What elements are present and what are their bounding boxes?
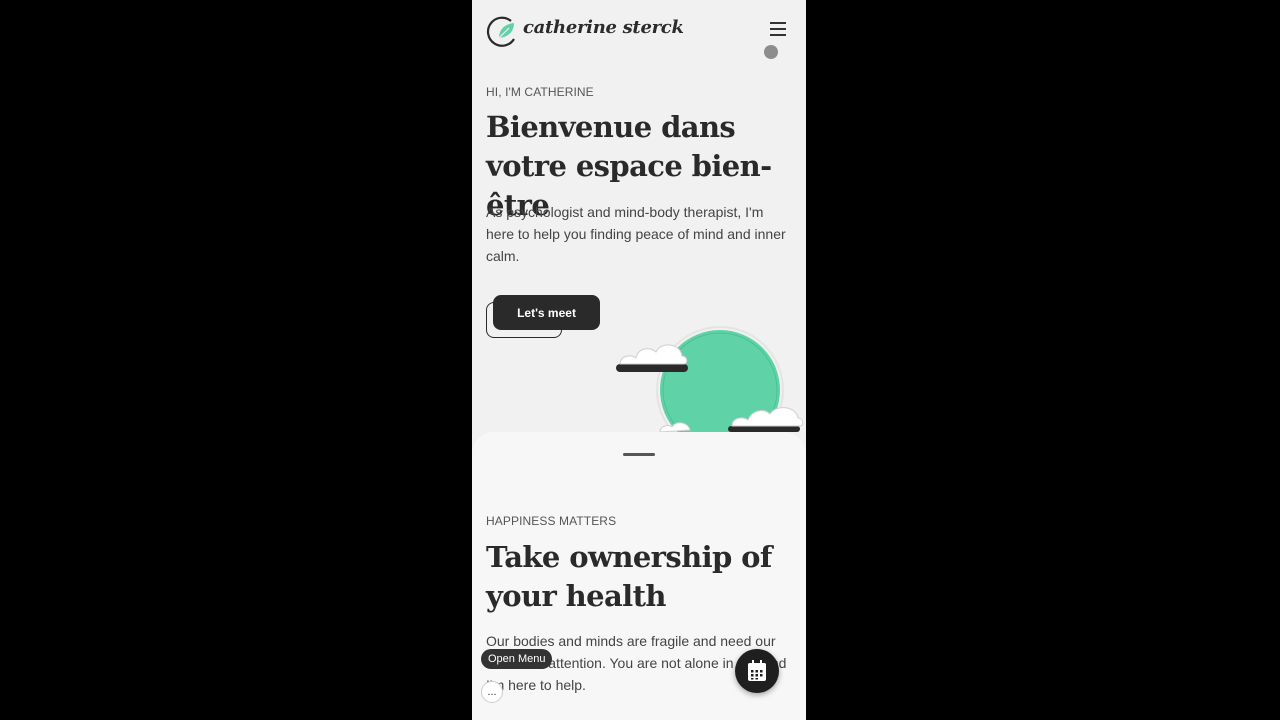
sun-clouds-illustration <box>616 326 804 448</box>
leaf-logo-icon[interactable] <box>485 14 519 48</box>
calendar-booking-button[interactable] <box>735 649 779 693</box>
site-logo-text[interactable]: catherine sterck <box>523 17 684 38</box>
site-header: catherine sterck <box>472 0 806 64</box>
more-options-button[interactable]: ... <box>481 681 503 703</box>
section-eyebrow: HAPPINESS MATTERS <box>486 514 617 528</box>
hero-eyebrow: HI, I'M CATHERINE <box>486 85 594 99</box>
open-menu-tooltip: Open Menu <box>481 649 553 669</box>
hero-description: As psychologist and mind-body therapist,… <box>486 204 786 264</box>
cloud-left <box>616 344 688 372</box>
lets-meet-button[interactable]: Let's meet <box>493 295 600 330</box>
calendar-icon <box>748 660 766 681</box>
mobile-viewport: catherine sterck HI, I'M CATHERINE Bienv… <box>472 0 806 720</box>
hamburger-icon[interactable] <box>770 22 786 36</box>
sheet-grab-handle[interactable] <box>623 453 655 456</box>
cursor-indicator <box>764 45 778 59</box>
section-title: Take ownership of your health <box>486 540 772 613</box>
